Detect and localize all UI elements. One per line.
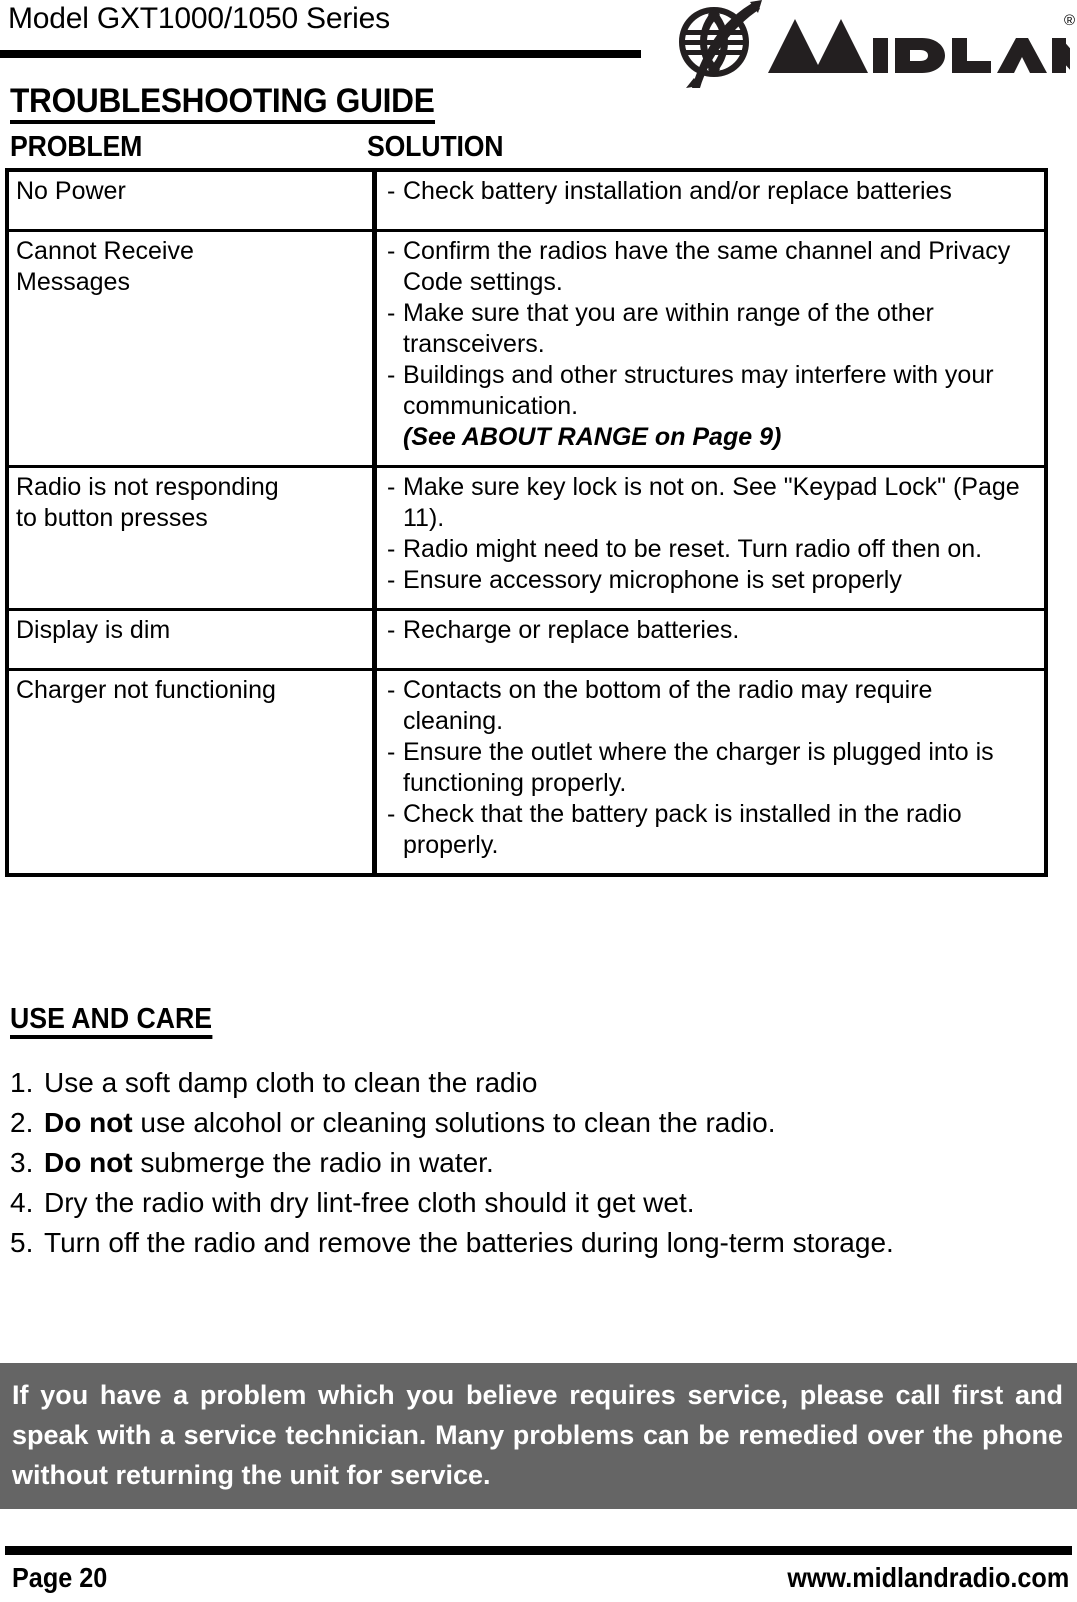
manual-page: Model GXT1000/1050 Series ® TROUBLESHOOT… bbox=[0, 0, 1077, 1602]
bullet-dash: - bbox=[387, 473, 396, 501]
solution-item: - Confirm the radios have the same channe… bbox=[387, 236, 1038, 298]
use-and-care-item: 1. Use a soft damp cloth to clean the rad… bbox=[10, 1063, 1060, 1103]
bullet-dash: - bbox=[387, 676, 396, 704]
bullet-dash: - bbox=[387, 535, 396, 563]
globe-icon bbox=[679, 0, 762, 88]
list-number: 5. bbox=[10, 1227, 34, 1258]
solution-item: - Make sure that you are within range of … bbox=[387, 298, 1038, 360]
solution-item: - Radio might need to be reset. Turn radi… bbox=[387, 534, 1038, 565]
solution-cell: - Confirm the radios have the same channe… bbox=[374, 229, 1046, 468]
list-item-text: Do not use alcohol or cleaning solutions… bbox=[44, 1103, 1060, 1143]
use-and-care-item: 3. Do not submerge the radio in water. bbox=[10, 1143, 1060, 1183]
solution-text: Make sure key lock is not on. See "Keypa… bbox=[403, 473, 1020, 532]
solution-item: - Check battery installation and/or repla… bbox=[387, 176, 1038, 207]
row-spacer bbox=[387, 207, 1038, 217]
midland-logo bbox=[664, 0, 1070, 88]
troubleshooting-table: No Power - Check battery installation and/… bbox=[5, 168, 1048, 877]
troubleshooting-guide-heading-wrap: TROUBLESHOOTING GUIDE bbox=[10, 83, 467, 124]
solution-item: - Ensure accessory microphone is set prop… bbox=[387, 565, 1038, 596]
model-title: Model GXT1000/1050 Series bbox=[8, 2, 390, 35]
list-item-rest: use alcohol or cleaning solutions to cle… bbox=[132, 1107, 776, 1138]
list-item-rest: submerge the radio in water. bbox=[132, 1147, 494, 1178]
table-row: Radio is not responding to button presse… bbox=[7, 465, 1046, 611]
solution-cell: - Recharge or replace batteries. bbox=[374, 608, 1046, 671]
page-number: Page 20 bbox=[12, 1562, 108, 1593]
table-row: Cannot Receive Messages - Confirm the radi… bbox=[7, 229, 1046, 468]
solution-text: Contacts on the bottom of the radio may … bbox=[403, 676, 933, 735]
problem-text: Radio is not responding to button presse… bbox=[16, 473, 279, 532]
solution-text: Ensure accessory microphone is set prope… bbox=[403, 566, 902, 594]
column-heading-problem: PROBLEM bbox=[10, 131, 143, 163]
column-heading-solution: SOLUTION bbox=[367, 131, 504, 163]
problem-text: Charger not functioning bbox=[16, 676, 276, 704]
bullet-dash: - bbox=[387, 177, 396, 205]
use-and-care-list: 1. Use a soft damp cloth to clean the rad… bbox=[10, 1063, 1060, 1263]
solution-text: Radio might need to be reset. Turn radio… bbox=[403, 535, 983, 563]
list-number: 4. bbox=[10, 1187, 34, 1218]
solution-text: Confirm the radios have the same channel… bbox=[403, 237, 1011, 296]
solution-text: Make sure that you are within range of t… bbox=[403, 299, 934, 358]
solution-reference-note: (See ABOUT RANGE on Page 9) bbox=[403, 423, 782, 451]
bullet-dash: - bbox=[387, 800, 396, 828]
solution-text: Ensure the outlet where the charger is p… bbox=[403, 738, 994, 797]
solution-item: - Ensure the outlet where the charger is … bbox=[387, 737, 1038, 799]
service-notice-box: If you have a problem which you believe … bbox=[0, 1363, 1077, 1509]
table-column-headings: PROBLEM SOLUTION bbox=[10, 131, 1050, 163]
list-number: 1. bbox=[10, 1067, 34, 1098]
table-row: No Power - Check battery installation and/… bbox=[7, 170, 1046, 232]
registered-trademark-symbol: ® bbox=[1063, 12, 1075, 29]
bullet-dash: - bbox=[387, 299, 396, 327]
solution-text: Buildings and other structures may inter… bbox=[403, 361, 994, 420]
page-footer: Page 20 www.midlandradio.com bbox=[0, 1558, 1077, 1602]
list-number: 2. bbox=[10, 1107, 34, 1138]
problem-cell: Cannot Receive Messages bbox=[7, 229, 377, 468]
problem-cell: Display is dim bbox=[7, 608, 377, 671]
solution-text: Check battery installation and/or replac… bbox=[403, 177, 952, 205]
use-and-care-section: USE AND CARE 1. Use a soft damp cloth to … bbox=[10, 1003, 1060, 1263]
website-url[interactable]: www.midlandradio.com bbox=[787, 1558, 1069, 1598]
solution-cell: - Make sure key lock is not on. See "Keyp… bbox=[374, 465, 1046, 611]
solution-item: - Buildings and other structures may inte… bbox=[387, 360, 1038, 422]
list-item-text: Dry the radio with dry lint-free cloth s… bbox=[44, 1187, 695, 1218]
row-spacer bbox=[387, 646, 1038, 656]
use-and-care-item: 2. Do not use alcohol or cleaning solutio… bbox=[10, 1103, 1060, 1143]
table-row: Charger not functioning - Contacts on the … bbox=[7, 668, 1046, 875]
list-item-text: Use a soft damp cloth to clean the radio bbox=[44, 1067, 538, 1098]
solution-item: - Recharge or replace batteries. bbox=[387, 615, 1038, 646]
emphasis-text: Do not bbox=[44, 1147, 133, 1178]
solution-item: - Check that the battery pack is installe… bbox=[387, 799, 1038, 861]
table-row: Display is dim - Recharge or replace batte… bbox=[7, 608, 1046, 671]
midland-wordmark bbox=[768, 19, 1070, 73]
solution-text: Recharge or replace batteries. bbox=[403, 616, 740, 644]
list-number: 3. bbox=[10, 1147, 34, 1178]
bullet-dash: - bbox=[387, 361, 396, 389]
service-notice-text: If you have a problem which you believe … bbox=[12, 1380, 1063, 1490]
solution-text: Check that the battery pack is installed… bbox=[403, 800, 962, 859]
page-header: Model GXT1000/1050 Series ® bbox=[0, 0, 1077, 92]
solution-item: - Contacts on the bottom of the radio may… bbox=[387, 675, 1038, 737]
problem-text: Display is dim bbox=[16, 616, 171, 644]
bullet-dash: - bbox=[387, 566, 396, 594]
problem-text: Cannot Receive Messages bbox=[16, 237, 194, 296]
emphasis-text: Do not bbox=[44, 1107, 133, 1138]
problem-cell: Radio is not responding to button presse… bbox=[7, 465, 377, 611]
solution-item: - Make sure key lock is not on. See "Keyp… bbox=[387, 472, 1038, 534]
problem-text: No Power bbox=[16, 177, 126, 205]
solution-cell: - Contacts on the bottom of the radio may… bbox=[374, 668, 1046, 875]
footer-divider-rule bbox=[5, 1546, 1072, 1555]
list-item-text: Do not submerge the radio in water. bbox=[44, 1143, 1060, 1183]
problem-cell: Charger not functioning bbox=[7, 668, 377, 875]
solution-cell: - Check battery installation and/or repla… bbox=[374, 170, 1046, 232]
list-item-text: Turn off the radio and remove the batter… bbox=[44, 1227, 894, 1258]
header-divider-rule bbox=[0, 50, 641, 58]
use-and-care-item: 4. Dry the radio with dry lint-free cloth… bbox=[10, 1183, 1060, 1223]
use-and-care-item: 5. Turn off the radio and remove the batt… bbox=[10, 1223, 1060, 1263]
problem-cell: No Power bbox=[7, 170, 377, 232]
use-and-care-heading: USE AND CARE bbox=[10, 1003, 213, 1039]
page-title: TROUBLESHOOTING GUIDE bbox=[10, 83, 435, 124]
bullet-dash: - bbox=[387, 616, 396, 644]
bullet-dash: - bbox=[387, 237, 396, 265]
bullet-dash: - bbox=[387, 738, 396, 766]
